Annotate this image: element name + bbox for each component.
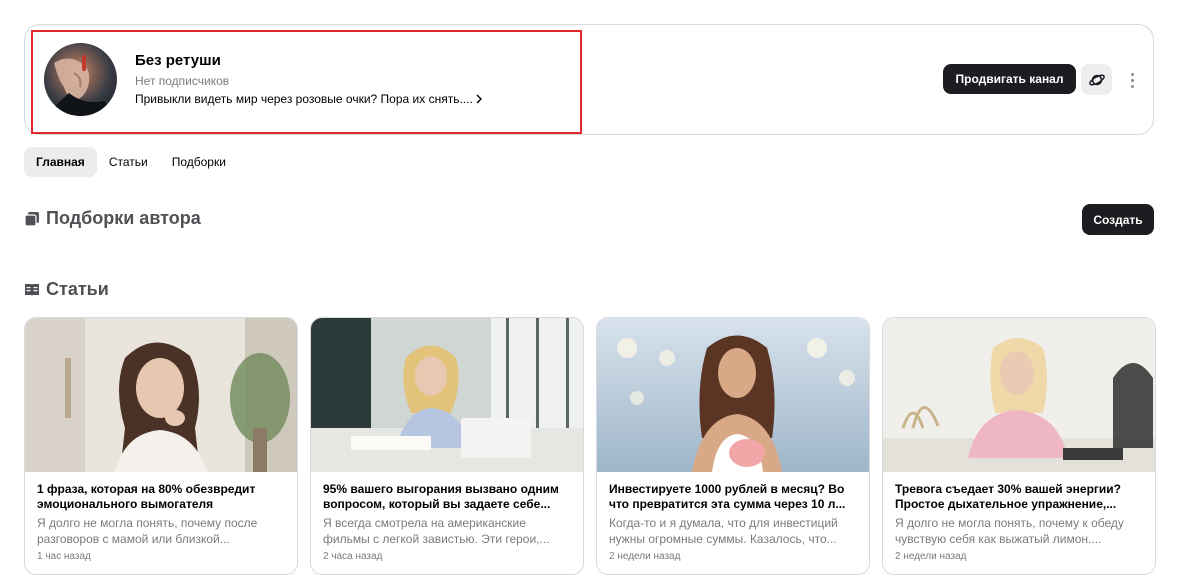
channel-header-card: Без ретуши Нет подписчиков Привыкли виде… bbox=[24, 24, 1154, 135]
promote-channel-button[interactable]: Продвигать канал bbox=[943, 64, 1076, 94]
article-time: 2 недели назад bbox=[895, 551, 967, 562]
article-excerpt: Я долго не могла понять, почему после ра… bbox=[37, 516, 258, 546]
planet-icon bbox=[1088, 73, 1105, 86]
more-options-button[interactable] bbox=[1122, 65, 1142, 95]
articles-icon bbox=[25, 283, 39, 296]
article-cover-image bbox=[597, 318, 869, 472]
collections-icon bbox=[24, 211, 39, 227]
channel-avatar[interactable] bbox=[44, 43, 117, 116]
article-card[interactable]: Тревога съедает 30% вашей энергии? Прост… bbox=[882, 317, 1156, 575]
create-collection-button[interactable]: Создать bbox=[1082, 204, 1154, 235]
article-title[interactable]: 1 фраза, которая на 80% обезвредит эмоци… bbox=[37, 482, 285, 512]
articles-heading: Статьи bbox=[24, 279, 109, 300]
more-dot-icon bbox=[1130, 84, 1134, 88]
more-dot-icon bbox=[1130, 72, 1134, 76]
article-title[interactable]: 95% вашего выгорания вызвано одним вопро… bbox=[323, 482, 571, 512]
article-cover-image bbox=[311, 318, 583, 472]
collections-title: Подборки автора bbox=[46, 208, 201, 228]
channel-title[interactable]: Без ретуши bbox=[135, 52, 221, 69]
article-title[interactable]: Инвестируете 1000 рублей в месяц? Во что… bbox=[609, 482, 857, 512]
article-card[interactable]: Инвестируете 1000 рублей в месяц? Во что… bbox=[596, 317, 870, 575]
channel-description-text: Привыкли видеть мир через розовые очки? … bbox=[135, 92, 473, 106]
article-cover-image bbox=[883, 318, 1155, 472]
article-card[interactable]: 95% вашего выгорания вызвано одним вопро… bbox=[310, 317, 584, 575]
article-card[interactable]: 1 фраза, которая на 80% обезвредит эмоци… bbox=[24, 317, 298, 575]
planet-button[interactable] bbox=[1081, 64, 1112, 95]
channel-description[interactable]: Привыкли видеть мир через розовые очки? … bbox=[135, 92, 483, 106]
more-dot-icon bbox=[1130, 78, 1134, 82]
article-time: 1 час назад bbox=[37, 551, 91, 562]
article-cover-image bbox=[25, 318, 297, 472]
article-time: 2 часа назад bbox=[323, 551, 383, 562]
channel-tabs: Главная Статьи Подборки bbox=[24, 147, 238, 177]
article-excerpt: Когда-то и я думала, что для инвестиций … bbox=[609, 516, 838, 546]
article-excerpt: Я всегда смотрела на американские фильмы… bbox=[323, 516, 550, 546]
articles-title: Статьи bbox=[46, 279, 109, 299]
subscribers-count: Нет подписчиков bbox=[135, 74, 230, 88]
tab-articles[interactable]: Статьи bbox=[97, 147, 160, 177]
avatar-image bbox=[44, 55, 117, 116]
articles-list: 1 фраза, которая на 80% обезвредит эмоци… bbox=[24, 317, 1156, 575]
chevron-right-icon bbox=[476, 94, 482, 104]
article-title[interactable]: Тревога съедает 30% вашей энергии? Прост… bbox=[895, 482, 1143, 512]
article-time: 2 недели назад bbox=[609, 551, 681, 562]
collections-heading: Подборки автора bbox=[24, 208, 201, 229]
tab-main[interactable]: Главная bbox=[24, 147, 97, 177]
article-excerpt: Я долго не могла понять, почему к обеду … bbox=[895, 516, 1124, 546]
tab-collections[interactable]: Подборки bbox=[160, 147, 238, 177]
